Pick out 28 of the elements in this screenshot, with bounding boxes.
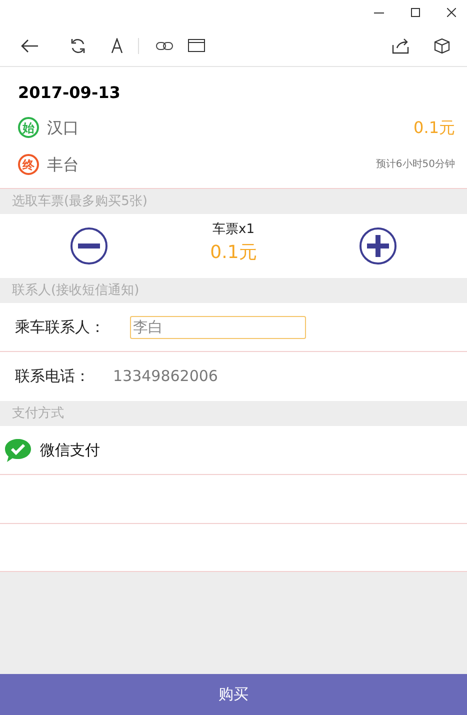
minus-button[interactable] xyxy=(70,227,108,265)
ticket-price: 0.1元 xyxy=(210,241,257,266)
ticket-count: 车票x1 xyxy=(212,220,254,239)
station-name: 汉口 xyxy=(47,116,79,138)
share-icon[interactable] xyxy=(392,38,409,54)
chat-bubble-icon xyxy=(4,438,32,462)
station-badge: 终 xyxy=(18,154,39,175)
close-icon[interactable] xyxy=(447,8,456,17)
plus-button[interactable] xyxy=(358,227,397,265)
field-label: 联系电话： xyxy=(15,366,91,388)
refresh-icon[interactable] xyxy=(70,38,86,54)
contact-name-field[interactable]: 李白 xyxy=(130,316,306,338)
window-icon[interactable] xyxy=(188,39,205,52)
station-badge: 始 xyxy=(18,117,39,138)
maximize-icon[interactable] xyxy=(411,8,420,17)
buy-button[interactable]: 购买 xyxy=(0,674,467,715)
font-icon[interactable] xyxy=(111,38,123,53)
payment-option[interactable]: 微信支付 xyxy=(40,438,100,462)
field-label: 乘车联系人： xyxy=(15,316,106,338)
cube-icon[interactable] xyxy=(434,38,450,54)
station-name: 丰台 xyxy=(47,154,79,176)
phone-number: 13349862006 xyxy=(113,366,218,388)
link-icon[interactable] xyxy=(156,42,173,50)
trip-date: 2017-09-13 xyxy=(18,82,122,104)
trip-price: 0.1元 xyxy=(414,116,455,138)
back-icon[interactable] xyxy=(21,38,39,52)
minimize-icon[interactable] xyxy=(374,12,384,14)
trip-duration: 预计6小时50分钟 xyxy=(376,158,455,172)
